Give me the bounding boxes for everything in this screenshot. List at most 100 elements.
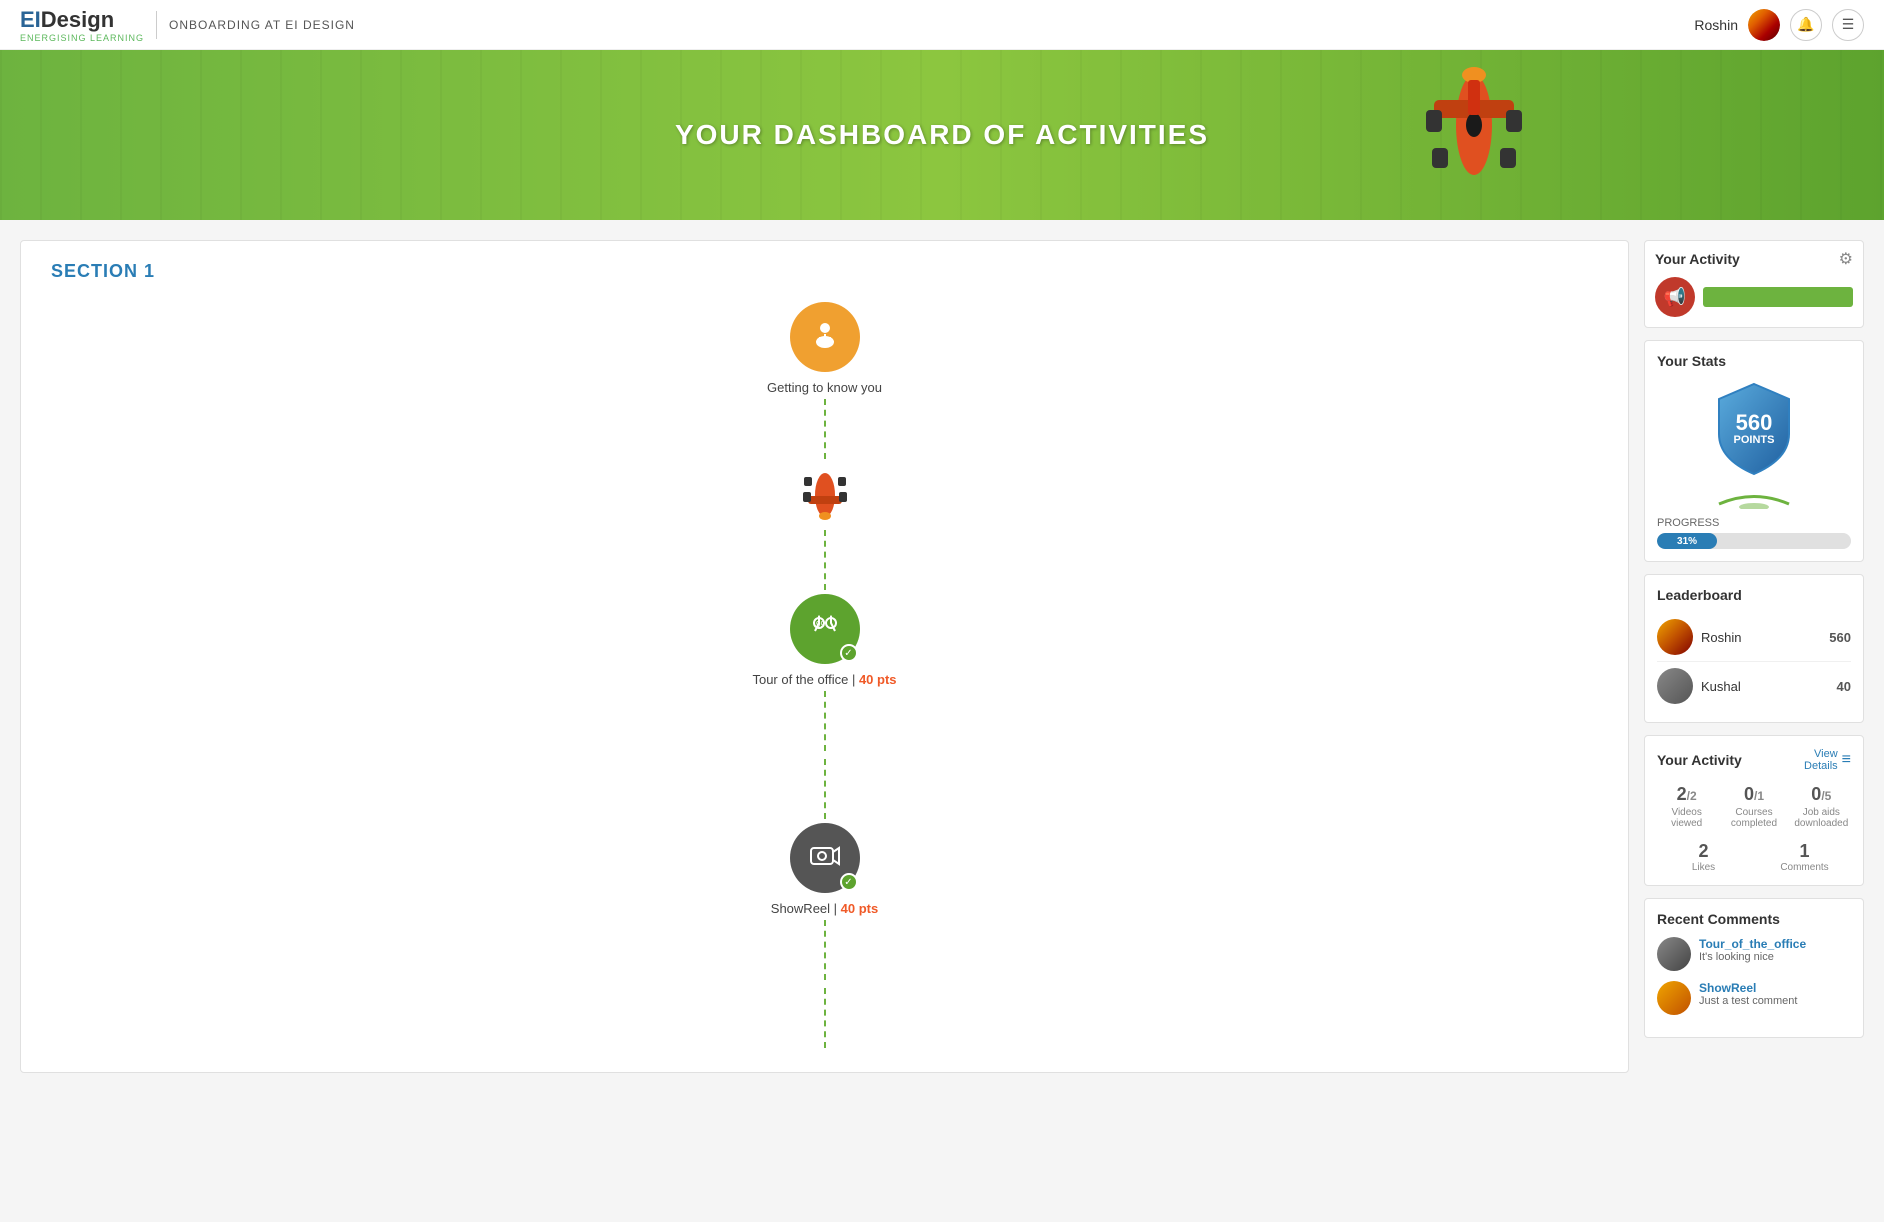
bell-icon: 🔔: [1797, 16, 1814, 33]
courses-num: 0/1: [1724, 784, 1783, 805]
rc-avatar-2: [1657, 981, 1691, 1015]
username-label: Roshin: [1694, 17, 1738, 33]
header-right: Roshin 🔔 ☰: [1694, 9, 1864, 41]
nav-title: ONBOARDING AT EI DESIGN: [169, 18, 355, 32]
check-icon-3: ✓: [840, 873, 858, 891]
rc-course-2[interactable]: ShowReel: [1699, 981, 1797, 995]
activity-header-box: Your Activity ⚙ 📢: [1644, 240, 1864, 328]
logo[interactable]: EIDesign ENERGISING LEARNING: [20, 7, 144, 43]
header-left: EIDesign ENERGISING LEARNING ONBOARDING …: [20, 7, 355, 43]
node-tour[interactable]: 99 ✓: [790, 594, 860, 664]
shield-decoration: [1657, 489, 1851, 509]
likes-label: Likes: [1657, 862, 1750, 873]
comments-num: 1: [1758, 841, 1851, 862]
leaderboard-box: Leaderboard Roshin 560 Kushal 40: [1644, 574, 1864, 723]
announce-icon: 📢: [1655, 277, 1695, 317]
timeline: Getting to know you: [51, 302, 1598, 1052]
banner-car: [1414, 60, 1534, 209]
rc-text-2: Just a test comment: [1699, 995, 1797, 1007]
logo-ei: EI: [20, 7, 41, 32]
connector-5: [824, 988, 826, 1048]
shield-label: POINTS: [1734, 434, 1775, 446]
lb-avatar-kushal: [1657, 668, 1693, 704]
progress-label: PROGRESS: [1657, 517, 1851, 529]
recent-comments-box: Recent Comments Tour_of_the_office It's …: [1644, 898, 1864, 1038]
shield-text: 560 POINTS: [1734, 412, 1775, 446]
node-3-label: ShowReel | 40 pts: [771, 901, 878, 916]
banner: YOUR DASHBOARD OF ACTIVITIES: [0, 50, 1884, 220]
avatar-image: [1748, 9, 1780, 41]
stats-box: Your Stats 560 POINTS: [1644, 340, 1864, 562]
connector-4: [824, 920, 826, 980]
bell-button[interactable]: 🔔: [1790, 9, 1822, 41]
node-showreel[interactable]: ✓: [790, 823, 860, 893]
node-2-label: Tour of the office | 40 pts: [752, 672, 896, 687]
jobads-num: 0/5: [1792, 784, 1851, 805]
progress-bar-bg: 31%: [1657, 533, 1851, 549]
activity-stat-videos: 2/2 Videosviewed: [1657, 784, 1716, 829]
courses-label: Coursescompleted: [1724, 807, 1783, 829]
svg-text:99: 99: [816, 620, 825, 629]
timeline-item-3: ✓ ShowReel | 40 pts: [51, 823, 1598, 916]
section-panel: SECTION 1 Getting to know you: [20, 240, 1629, 1073]
stats-shield: 560 POINTS: [1709, 379, 1799, 479]
likes-num: 2: [1657, 841, 1750, 862]
hamburger-icon: ☰: [1842, 16, 1855, 33]
lb-avatar-roshin: [1657, 619, 1693, 655]
rc-item-2: ShowReel Just a test comment: [1657, 981, 1851, 1015]
announce-bar: [1703, 287, 1853, 307]
node-getting-to-know[interactable]: [790, 302, 860, 372]
section-title: SECTION 1: [51, 261, 1598, 282]
videos-label: Videosviewed: [1657, 807, 1716, 829]
lb-name-kushal: Kushal: [1701, 679, 1829, 694]
list-icon[interactable]: ≡: [1842, 751, 1851, 769]
activity-stat-likes: 2 Likes: [1657, 841, 1750, 873]
rc-title: Recent Comments: [1657, 911, 1851, 927]
ya-icons: ViewDetails ≡: [1804, 748, 1851, 772]
menu-button[interactable]: ☰: [1832, 9, 1864, 41]
videos-num: 2/2: [1657, 784, 1716, 805]
progress-pct: 31%: [1677, 536, 1697, 547]
comments-label: Comments: [1758, 862, 1851, 873]
right-panel: Your Activity ⚙ 📢 Your Stats: [1644, 240, 1864, 1038]
activity-header-title: Your Activity: [1655, 251, 1740, 267]
jobads-label: Job aidsdownloaded: [1792, 807, 1851, 829]
rc-avatar-1: [1657, 937, 1691, 971]
rc-content-1: Tour_of_the_office It's looking nice: [1699, 937, 1806, 963]
leaderboard-row-1: Roshin 560: [1657, 613, 1851, 662]
rc-content-2: ShowReel Just a test comment: [1699, 981, 1797, 1007]
progress-section: PROGRESS 31%: [1657, 517, 1851, 549]
activity-stat-jobads: 0/5 Job aidsdownloaded: [1792, 784, 1851, 829]
activity-stat-courses: 0/1 Coursescompleted: [1724, 784, 1783, 829]
logo-design: Design: [41, 7, 114, 32]
timeline-item-1: Getting to know you: [51, 302, 1598, 395]
main-content: SECTION 1 Getting to know you: [0, 220, 1884, 1093]
leaderboard-title: Leaderboard: [1657, 587, 1851, 603]
activity-stat-comments: 1 Comments: [1758, 841, 1851, 873]
rc-text-1: It's looking nice: [1699, 951, 1806, 963]
view-details-link[interactable]: ViewDetails: [1804, 748, 1838, 772]
banner-title: YOUR DASHBOARD OF ACTIVITIES: [675, 119, 1209, 151]
rc-course-1[interactable]: Tour_of_the_office: [1699, 937, 1806, 951]
connector-1: [824, 530, 826, 590]
check-icon-2: ✓: [840, 644, 858, 662]
activity-grid2: 2 Likes 1 Comments: [1657, 841, 1851, 873]
gear-icon[interactable]: ⚙: [1839, 249, 1853, 269]
person-icon: [809, 318, 841, 357]
avatar[interactable]: [1748, 9, 1780, 41]
timeline-item-2: 99 ✓ Tour of the office | 40 pts: [51, 594, 1598, 687]
map-pin-icon: 99: [807, 609, 843, 650]
progress-bar-fill: 31%: [1657, 533, 1717, 549]
shield-points: 560: [1734, 412, 1775, 434]
logo-tagline: ENERGISING LEARNING: [20, 33, 144, 43]
connector-3: [824, 759, 826, 819]
activity-grid: 2/2 Videosviewed 0/1 Coursescompleted 0/…: [1657, 784, 1851, 829]
your-activity-header: Your Activity ViewDetails ≡: [1657, 748, 1851, 772]
stats-shield-container: 560 POINTS: [1657, 379, 1851, 479]
node-1-label: Getting to know you: [767, 380, 882, 395]
connector-0: [824, 399, 826, 459]
camera-icon: [807, 838, 843, 879]
ya-title: Your Activity: [1657, 752, 1742, 768]
activity-announce: 📢: [1645, 277, 1863, 327]
lb-score-roshin: 560: [1829, 630, 1851, 645]
